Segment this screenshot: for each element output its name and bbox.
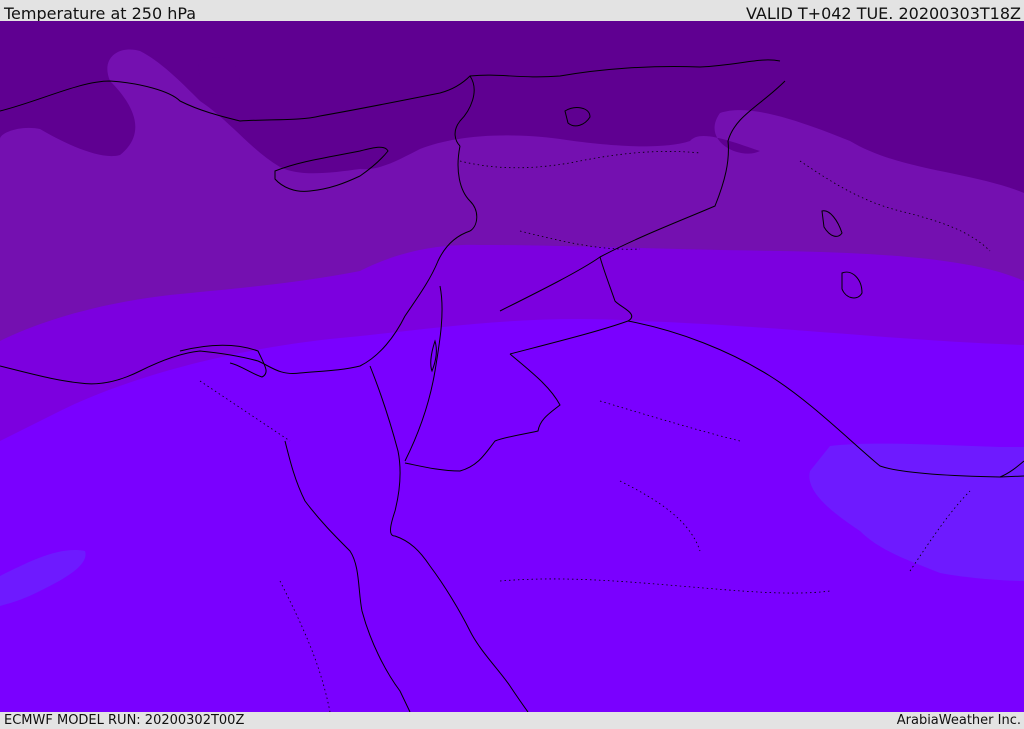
footer-bar: ECMWF MODEL RUN: 20200302T00Z ArabiaWeat… [0,712,1024,729]
temperature-map [0,21,1024,712]
model-run: ECMWF MODEL RUN: 20200302T00Z [4,713,245,728]
credit: ArabiaWeather Inc. [896,713,1021,728]
header-bar: Temperature at 250 hPa VALID T+042 TUE. … [0,0,1024,23]
